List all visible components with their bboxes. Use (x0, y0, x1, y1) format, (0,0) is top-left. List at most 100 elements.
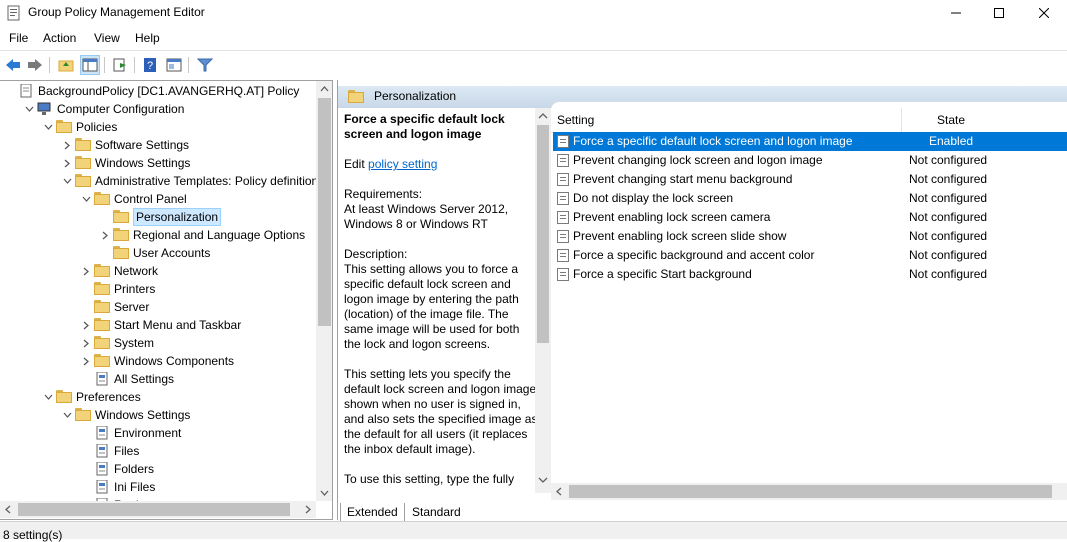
setting-state: Enabled (929, 134, 974, 148)
chevron-down-icon[interactable] (42, 388, 54, 406)
menu-action[interactable]: Action (43, 31, 76, 45)
description-scroll-thumb[interactable] (537, 125, 549, 343)
setting-name: Prevent enabling lock screen camera (573, 210, 771, 224)
menu-help[interactable]: Help (135, 31, 160, 45)
setting-state: Not configured (909, 191, 988, 205)
tree-item[interactable]: Ini Files (0, 478, 316, 496)
tab-standard[interactable]: Standard (406, 503, 467, 522)
menu-view[interactable]: View (94, 31, 120, 45)
tree-item[interactable]: Printers (0, 280, 316, 298)
tree-item[interactable]: Administrative Templates: Policy definit… (0, 172, 324, 190)
list-item[interactable]: Prevent changing start menu background No… (553, 170, 1067, 189)
tree-item[interactable]: All Settings (0, 370, 316, 388)
scroll-down-icon[interactable] (535, 472, 551, 488)
chevron-down-icon[interactable] (61, 406, 73, 424)
tree-vertical-scrollbar[interactable] (316, 81, 333, 501)
policy-setting-link[interactable]: policy setting (368, 157, 437, 171)
chevron-right-icon[interactable] (80, 262, 92, 280)
scroll-left-icon[interactable] (0, 501, 17, 518)
list-item[interactable]: Do not display the lock screen Not config… (553, 189, 1067, 208)
tree-item[interactable]: Software Settings (0, 136, 316, 154)
chevron-right-icon[interactable] (80, 334, 92, 352)
list-item[interactable]: Prevent enabling lock screen camera Not c… (553, 208, 1067, 227)
chevron-right-icon[interactable] (80, 316, 92, 334)
tree-item[interactable]: Server (0, 298, 316, 316)
chevron-down-icon[interactable] (23, 100, 35, 118)
scroll-down-icon[interactable] (316, 484, 333, 501)
tree-item[interactable]: Computer Configuration (0, 100, 316, 118)
chevron-down-icon[interactable] (42, 118, 54, 136)
properties-button[interactable] (164, 55, 184, 75)
list-horizontal-scrollbar[interactable] (551, 483, 1067, 500)
tree-item[interactable]: Environment (0, 424, 316, 442)
show-hide-tree-button[interactable] (80, 55, 100, 75)
tree-item[interactable]: BackgroundPolicy [DC1.AVANGERHQ.AT] Poli… (0, 82, 316, 100)
tree-item[interactable]: Windows Settings (0, 154, 316, 172)
tree-item[interactable]: User Accounts (0, 244, 316, 262)
chevron-down-icon[interactable] (80, 190, 92, 208)
folder-icon (94, 282, 110, 296)
tree-item[interactable]: Network (0, 262, 316, 280)
status-bar: 8 setting(s) (0, 521, 1067, 542)
list-item[interactable]: Force a specific background and accent c… (553, 246, 1067, 265)
maximize-button[interactable] (976, 0, 1022, 26)
toolbar-separator (104, 57, 105, 73)
view-tabs: Extended Standard (338, 503, 1067, 523)
tree-item[interactable]: Personalization (0, 208, 316, 226)
setting-state: Not configured (909, 248, 988, 262)
forward-button[interactable] (25, 55, 45, 75)
list-item[interactable]: Prevent changing lock screen and logon i… (553, 151, 1067, 170)
column-divider[interactable] (901, 108, 902, 132)
chevron-right-icon[interactable] (99, 226, 111, 244)
column-setting[interactable]: Setting (557, 113, 594, 127)
scroll-up-icon[interactable] (316, 81, 333, 98)
minimize-button[interactable] (933, 0, 979, 26)
tree-item[interactable]: Windows Settings (0, 406, 316, 424)
chevron-right-icon[interactable] (61, 136, 73, 154)
tab-extended[interactable]: Extended (340, 503, 405, 522)
help-icon: ? (144, 58, 156, 72)
tree-item[interactable]: System (0, 334, 316, 352)
menu-file[interactable]: File (9, 31, 28, 45)
list-hscroll-thumb[interactable] (569, 485, 1052, 498)
column-state[interactable]: State (937, 113, 965, 127)
policy-setting-icon (557, 230, 569, 243)
tree-item[interactable]: Policies (0, 118, 316, 136)
tree-item[interactable]: Preferences (0, 388, 316, 406)
export-list-button[interactable] (110, 55, 130, 75)
list-item[interactable]: Force a specific default lock screen and… (553, 132, 1067, 151)
scroll-right-icon[interactable] (299, 501, 316, 518)
chevron-down-icon[interactable] (61, 172, 73, 190)
folder-icon (94, 264, 110, 278)
tree-item-label: Personalization (133, 208, 222, 226)
setting-name: Force a specific default lock screen and… (573, 134, 853, 148)
chevron-right-icon[interactable] (61, 154, 73, 172)
chevron-right-icon[interactable] (80, 352, 92, 370)
tree-item[interactable]: Start Menu and Taskbar (0, 316, 316, 334)
tree-hscroll-thumb[interactable] (18, 503, 290, 516)
console-tree[interactable]: BackgroundPolicy [DC1.AVANGERHQ.AT] Poli… (0, 80, 333, 520)
tree-item[interactable]: Regional and Language Options (0, 226, 316, 244)
description-scrollbar[interactable] (535, 108, 551, 493)
back-button[interactable] (3, 55, 23, 75)
tree-horizontal-scrollbar[interactable] (0, 501, 316, 518)
list-item[interactable]: Prevent enabling lock screen slide show N… (553, 227, 1067, 246)
help-button[interactable]: ? (140, 55, 160, 75)
tree-item-label: Software Settings (95, 138, 190, 152)
tree-item[interactable]: Files (0, 442, 316, 460)
details-pane: Personalization Force a specific default… (337, 80, 1067, 523)
tree-item[interactable]: Control Panel (0, 190, 316, 208)
scroll-left-icon[interactable] (551, 483, 568, 500)
up-one-level-button[interactable] (56, 55, 76, 75)
close-button[interactable] (1021, 0, 1067, 26)
filter-button[interactable] (195, 55, 215, 75)
scroll-up-icon[interactable] (535, 108, 551, 124)
tree-item[interactable]: Windows Components (0, 352, 316, 370)
list-item[interactable]: Force a specific Start background Not con… (553, 265, 1067, 284)
folder-icon (94, 336, 110, 350)
tree-scroll-thumb[interactable] (318, 98, 331, 326)
tree-item[interactable]: Folders (0, 460, 316, 478)
setting-title: Force a specific default lock screen and… (344, 112, 505, 141)
settings-list[interactable]: Setting State Force a specific default l… (551, 102, 1067, 494)
tree-item-label: Files (114, 444, 140, 458)
